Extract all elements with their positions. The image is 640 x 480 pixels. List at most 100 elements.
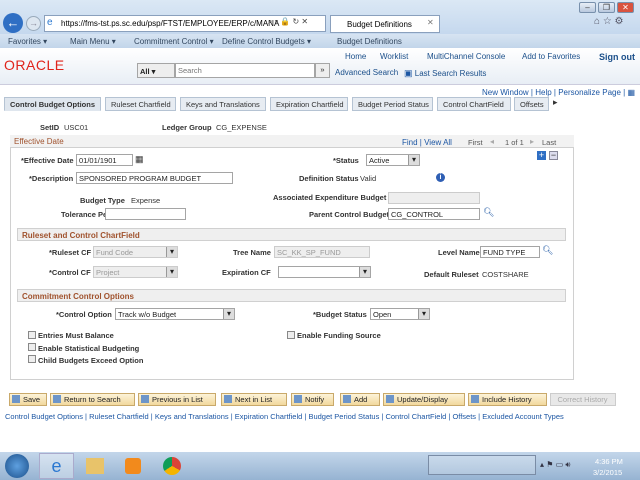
add-favorites-link[interactable]: Add to Favorites (522, 52, 580, 61)
control-option-select[interactable]: Track w/o Budget (115, 308, 235, 320)
footer-link[interactable]: Expiration Chartfield (235, 412, 303, 421)
child-exceed-checkbox[interactable] (28, 355, 36, 363)
personalize-link[interactable]: Personalize Page (558, 88, 621, 97)
minimize-button[interactable]: – (579, 2, 596, 13)
ruleset-cf-select[interactable]: Fund Code (93, 246, 178, 258)
history-icon (471, 395, 479, 403)
tab-expiration-chartfield[interactable]: Expiration Chartfield (270, 97, 348, 111)
forward-button[interactable]: → (26, 16, 41, 31)
next-in-list-button[interactable]: Next in List (221, 393, 287, 406)
control-option-label: *Control Option (56, 310, 112, 319)
ie-taskbar-icon[interactable]: e (39, 453, 74, 479)
tab-budget-period-status[interactable]: Budget Period Status (352, 97, 433, 111)
footer-link[interactable]: Keys and Translations (155, 412, 229, 421)
browser-tab[interactable]: Budget Definitions (330, 15, 440, 33)
previous-in-list-button[interactable]: Previous in List (138, 393, 216, 406)
multichannel-link[interactable]: MultiChannel Console (427, 52, 505, 61)
tree-name-label: Tree Name (233, 248, 271, 257)
sign-out-link[interactable]: Sign out (599, 52, 635, 62)
level-lookup-icon[interactable]: 🔍︎ (542, 245, 553, 256)
media-player-icon[interactable] (125, 458, 141, 474)
budget-type-label: Budget Type (80, 196, 125, 205)
tab-scroll-right-icon[interactable]: ▸ (553, 97, 558, 108)
explorer-taskbar-icon[interactable] (86, 458, 104, 474)
level-name-input[interactable]: FUND TYPE (480, 246, 540, 258)
notify-button[interactable]: Notify (291, 393, 334, 406)
advanced-search-link[interactable]: Advanced Search (335, 68, 398, 77)
save-button[interactable]: Save (9, 393, 47, 406)
home-star-gear-icons[interactable]: ⌂ ☆ ⚙ (594, 16, 624, 27)
effective-date-label: *Effective Date (21, 156, 74, 165)
tab-control-chartfield[interactable]: Control ChartField (437, 97, 511, 111)
tab-control-budget-options[interactable]: Control Budget Options (4, 97, 101, 111)
back-button[interactable]: ← (3, 13, 23, 33)
address-actions-icon[interactable]: ⌕ ▾ 🔒 ↻ ✕ (268, 17, 308, 27)
calendar-icon[interactable]: ▦ (135, 154, 144, 165)
search-input[interactable] (175, 63, 315, 78)
setid-value: USC01 (64, 123, 89, 132)
control-cf-select[interactable]: Project (93, 266, 178, 278)
tab-close-icon[interactable]: ✕ (427, 18, 434, 27)
tolerance-input[interactable] (105, 208, 186, 220)
new-window-link[interactable]: New Window (482, 88, 529, 97)
find-viewall: Find | View All (402, 138, 452, 147)
first-link[interactable]: First (468, 138, 483, 147)
tab-ruleset-chartfield[interactable]: Ruleset Chartfield (105, 97, 176, 111)
add-label: Add (354, 395, 368, 404)
chrome-taskbar-icon[interactable] (163, 457, 181, 475)
last-search-icon: ▣ (404, 68, 413, 78)
add-row-button[interactable]: + (537, 151, 546, 160)
lookup-icon[interactable]: 🔍︎ (483, 207, 494, 218)
funding-source-checkbox[interactable] (287, 331, 295, 339)
save-label: Save (23, 395, 41, 404)
expiration-cf-select[interactable] (278, 266, 371, 278)
footer-link[interactable]: Excluded Account Types (482, 412, 564, 421)
find-link[interactable]: Find (402, 138, 418, 147)
description-input[interactable]: SPONSORED PROGRAM BUDGET (76, 172, 233, 184)
tree-name-input[interactable]: SC_KK_SP_FUND (274, 246, 370, 258)
last-link[interactable]: Last (542, 138, 556, 147)
status-select[interactable]: Active (366, 154, 420, 166)
start-button[interactable] (5, 454, 29, 478)
help-link[interactable]: Help (535, 88, 551, 97)
update-display-button[interactable]: Update/Display (383, 393, 465, 406)
info-icon[interactable]: i (436, 173, 445, 182)
update-icon (386, 395, 394, 403)
home-link[interactable]: Home (345, 52, 366, 61)
prev-icon[interactable]: ◂ (490, 137, 494, 146)
favorites-menu[interactable]: Favorites ▾ (8, 37, 47, 46)
effective-date-input[interactable]: 01/01/1901 (76, 154, 133, 166)
footer-link[interactable]: Control ChartField (385, 412, 446, 421)
statistical-budgeting-checkbox[interactable] (28, 343, 36, 351)
entries-balance-checkbox[interactable] (28, 331, 36, 339)
return-to-search-button[interactable]: Return to Search (50, 393, 135, 406)
description-label: *Description (29, 174, 74, 183)
add-button[interactable]: Add (340, 393, 380, 406)
correct-history-button[interactable]: Correct History (550, 393, 616, 406)
breadcrumb-define-control-budgets[interactable]: Define Control Budgets ▾ (222, 37, 311, 46)
tab-keys-translations[interactable]: Keys and Translations (180, 97, 266, 111)
view-all-link[interactable]: View All (424, 138, 452, 147)
footer-link[interactable]: Budget Period Status (308, 412, 379, 421)
last-search-link[interactable]: ▣ Last Search Results (404, 68, 486, 79)
close-window-button[interactable]: ✕ (617, 2, 634, 13)
budget-status-select[interactable]: Open (370, 308, 430, 320)
breadcrumb-budget-definitions[interactable]: Budget Definitions (337, 37, 402, 46)
footer-link[interactable]: Offsets (452, 412, 476, 421)
assoc-budget-input[interactable] (388, 192, 480, 204)
worklist-link[interactable]: Worklist (380, 52, 408, 61)
tray-icons[interactable]: ▴ ⚑ ▭ 🔊︎ (540, 460, 570, 470)
system-tray-apps[interactable] (428, 455, 536, 475)
delete-row-button[interactable]: − (549, 151, 558, 160)
restore-button[interactable]: ❐ (598, 2, 615, 13)
footer-link[interactable]: Control Budget Options (5, 412, 83, 421)
parent-budget-input[interactable]: CG_CONTROL (388, 208, 480, 220)
footer-link[interactable]: Ruleset Chartfield (89, 412, 149, 421)
tab-offsets[interactable]: Offsets (514, 97, 549, 111)
breadcrumb-commitment-control[interactable]: Commitment Control ▾ (134, 37, 214, 46)
search-go-button[interactable]: » (315, 63, 330, 78)
main-menu[interactable]: Main Menu ▾ (70, 37, 116, 46)
include-history-button[interactable]: Include History (468, 393, 547, 406)
search-scope-select[interactable]: All ▾ (137, 63, 175, 78)
next-icon[interactable]: ▸ (530, 137, 534, 146)
